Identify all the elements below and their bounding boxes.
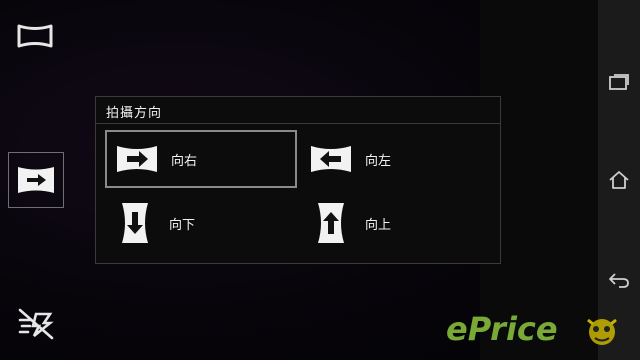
arrow-right-icon bbox=[18, 167, 54, 193]
recent-apps-button[interactable] bbox=[598, 62, 640, 102]
arrow-down-icon bbox=[122, 203, 148, 243]
mascot-logo-icon bbox=[587, 318, 617, 345]
option-label: 向上 bbox=[365, 217, 392, 233]
arrow-up-icon bbox=[318, 203, 344, 243]
option-label: 向左 bbox=[365, 153, 392, 169]
option-down[interactable]: 向下 bbox=[105, 194, 297, 252]
divider bbox=[96, 123, 500, 124]
home-button[interactable] bbox=[598, 160, 640, 200]
option-up[interactable]: 向上 bbox=[301, 194, 493, 252]
recent-apps-icon bbox=[609, 74, 629, 90]
option-right[interactable]: 向右 bbox=[105, 130, 297, 188]
navigation-bar bbox=[598, 0, 640, 360]
panorama-icon[interactable] bbox=[16, 22, 54, 50]
option-label: 向下 bbox=[169, 217, 196, 233]
back-button[interactable] bbox=[598, 260, 640, 300]
home-icon bbox=[609, 171, 629, 189]
shooting-direction-dialog: 拍攝方向 向右 向左 向下 向上 bbox=[95, 96, 501, 264]
option-left[interactable]: 向左 bbox=[301, 130, 493, 188]
arrow-left-icon bbox=[311, 146, 351, 172]
flash-off-icon[interactable] bbox=[16, 306, 56, 340]
current-direction-button[interactable] bbox=[8, 152, 64, 208]
arrow-right-icon bbox=[117, 146, 157, 172]
dialog-title: 拍攝方向 bbox=[106, 106, 163, 121]
eprice-watermark: ePrice bbox=[446, 310, 558, 348]
option-label: 向右 bbox=[171, 153, 198, 169]
back-icon bbox=[609, 273, 629, 288]
